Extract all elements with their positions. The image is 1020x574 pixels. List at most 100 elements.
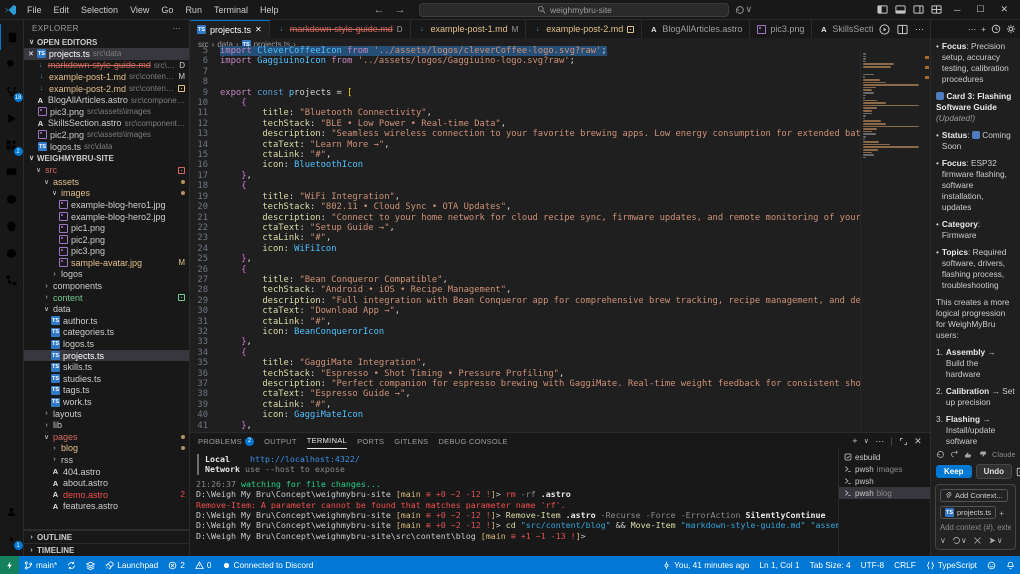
tree-item-components[interactable]: ›components bbox=[24, 280, 189, 292]
tab-example-post-2.md[interactable]: ↓example-post-2.md bbox=[526, 20, 642, 38]
terminal-session-esbuild[interactable]: esbuild bbox=[839, 451, 930, 463]
open-editor-pic2.png[interactable]: pic2.pngsrc\assets\images bbox=[24, 129, 189, 141]
open-editor-example-post-1.md[interactable]: ↓example-post-1.mdsrc\content\bl...M bbox=[24, 71, 189, 83]
terminal-session-pwsh[interactable]: pwsh bbox=[839, 475, 930, 487]
activitybar-source-control[interactable]: 18 bbox=[0, 78, 24, 104]
statusbar-launchpad[interactable]: Launchpad bbox=[100, 556, 163, 574]
command-center-search[interactable]: weighmybru-site bbox=[419, 3, 729, 17]
tree-item-layouts[interactable]: ›layouts bbox=[24, 408, 189, 420]
activitybar-explorer[interactable] bbox=[0, 24, 24, 50]
panel-tab-output[interactable]: OUTPUT bbox=[264, 433, 297, 449]
activitybar-gitlens[interactable] bbox=[0, 213, 24, 239]
explorer-more-icon[interactable]: ⋯ bbox=[173, 24, 181, 33]
editor-more-actions-icon[interactable]: ⋯ bbox=[915, 24, 924, 35]
activitybar-hierarchy[interactable] bbox=[0, 267, 24, 293]
tree-item-work.ts[interactable]: TSwork.ts bbox=[24, 396, 189, 408]
add-context-button[interactable]: Add Context... bbox=[940, 489, 1008, 502]
new-terminal-icon[interactable]: + bbox=[852, 436, 858, 446]
chat-more-icon[interactable]: ⋯ bbox=[968, 24, 976, 34]
activitybar-remote-explorer[interactable] bbox=[0, 159, 24, 185]
tree-item-pic2.png[interactable]: pic2.png bbox=[24, 234, 189, 246]
tree-item-pic3.png[interactable]: pic3.png bbox=[24, 246, 189, 258]
model-label[interactable]: Claude Son bbox=[992, 450, 1015, 459]
loop-dropdown-icon[interactable]: ∨ bbox=[952, 536, 967, 545]
maximize-panel-icon[interactable] bbox=[899, 437, 908, 446]
statusbar-crlf[interactable]: CRLF bbox=[889, 556, 921, 574]
refresh-dropdown-icon[interactable]: ∨ bbox=[735, 4, 752, 15]
keep-button[interactable]: Keep bbox=[936, 465, 972, 478]
tree-item-logos.ts[interactable]: TSlogos.ts bbox=[24, 338, 189, 350]
new-chat-icon[interactable]: + bbox=[981, 24, 986, 34]
activitybar-live-preview[interactable] bbox=[0, 186, 24, 212]
menu-terminal[interactable]: Terminal bbox=[209, 3, 253, 17]
panel-tab-problems[interactable]: PROBLEMS2 bbox=[198, 433, 254, 449]
open-editor-projects.ts[interactable]: ✕TSprojects.tssrc\data bbox=[24, 48, 189, 60]
terminal-output[interactable]: Local http://localhost:4322/Network use … bbox=[190, 449, 838, 556]
terminal-dropdown-icon[interactable]: ∨ bbox=[864, 437, 869, 445]
split-editor-icon[interactable] bbox=[897, 24, 908, 35]
activitybar-search[interactable] bbox=[0, 51, 24, 77]
panel-tab-terminal[interactable]: TERMINAL bbox=[307, 433, 347, 449]
tab-SkillsSection.astro[interactable]: ASkillsSection.astro bbox=[812, 20, 873, 38]
tree-item-blog[interactable]: ›blog bbox=[24, 443, 189, 455]
tree-item-data[interactable]: ∨data bbox=[24, 303, 189, 315]
thumbs-up-icon[interactable] bbox=[964, 450, 973, 459]
tree-item-about.astro[interactable]: Aabout.astro bbox=[24, 477, 189, 489]
nav-back-icon[interactable]: ← bbox=[373, 4, 384, 16]
statusbar-sync[interactable] bbox=[62, 556, 81, 574]
panel-tab-ports[interactable]: PORTS bbox=[357, 433, 384, 449]
terminal-session-pwsh-images[interactable]: pwshimages bbox=[839, 463, 930, 475]
close-button[interactable]: ✕ bbox=[996, 4, 1012, 15]
customize-layout-icon[interactable] bbox=[931, 4, 942, 15]
statusbar-ln-1-col-1[interactable]: Ln 1, Col 1 bbox=[754, 556, 804, 574]
project-root-header[interactable]: ∨WEIGHMYBRU-SITE bbox=[24, 152, 189, 164]
tree-item-src[interactable]: ∨src bbox=[24, 164, 189, 176]
toggle-secondary-sidebar-icon[interactable] bbox=[913, 4, 924, 15]
open-editor-BlogAllArticles.astro[interactable]: ABlogAllArticles.astrosrc\components\sec… bbox=[24, 94, 189, 106]
tree-item-example-blog-hero1.jpg[interactable]: example-blog-hero1.jpg bbox=[24, 199, 189, 211]
tree-item-pages[interactable]: ∨pages bbox=[24, 431, 189, 443]
tree-item-content[interactable]: ›content bbox=[24, 292, 189, 304]
panel-tab-debug-console[interactable]: DEBUG CONSOLE bbox=[438, 433, 507, 449]
run-file-icon[interactable] bbox=[879, 24, 890, 35]
close-editor-icon[interactable]: ✕ bbox=[28, 50, 34, 58]
view-diff-icon[interactable] bbox=[1016, 467, 1020, 477]
chat-settings-gear-icon[interactable] bbox=[1006, 24, 1016, 34]
section-outline[interactable]: ›OUTLINE bbox=[24, 530, 189, 543]
tab-projects.ts[interactable]: TSprojects.ts✕ bbox=[190, 20, 270, 38]
open-editor-example-post-2.md[interactable]: ↓example-post-2.mdsrc\content\bl... bbox=[24, 83, 189, 95]
tree-item-pic1.png[interactable]: pic1.png bbox=[24, 222, 189, 234]
minimize-button[interactable]: ─ bbox=[950, 5, 964, 15]
tree-item-demo.astro[interactable]: Ademo.astro2 bbox=[24, 489, 189, 501]
tree-item-assets[interactable]: ∨assets bbox=[24, 176, 189, 188]
activitybar-settings[interactable]: 1 bbox=[0, 526, 24, 552]
statusbar-tab-size-4[interactable]: Tab Size: 4 bbox=[805, 556, 856, 574]
close-panel-icon[interactable]: ✕ bbox=[914, 436, 922, 447]
activitybar-run-debug[interactable] bbox=[0, 105, 24, 131]
statusbar-typescript[interactable]: TypeScript bbox=[921, 556, 982, 574]
terminal-more-icon[interactable]: ⋯ bbox=[875, 436, 884, 447]
mode-dropdown-icon[interactable]: ∨ bbox=[940, 536, 946, 545]
menu-view[interactable]: View bbox=[125, 3, 154, 17]
statusbar-connected-to-discord[interactable]: Connected to Discord bbox=[217, 556, 319, 574]
activitybar-clock[interactable] bbox=[0, 240, 24, 266]
activitybar-extensions[interactable]: 2 bbox=[0, 132, 24, 158]
statusbar-0[interactable]: 0 bbox=[190, 556, 217, 574]
statusbar-you-41-minutes-ago[interactable]: You, 41 minutes ago bbox=[657, 556, 754, 574]
tree-item-example-blog-hero2.jpg[interactable]: example-blog-hero2.jpg bbox=[24, 211, 189, 223]
open-editor-pic3.png[interactable]: pic3.pngsrc\assets\images bbox=[24, 106, 189, 118]
tree-item-features.astro[interactable]: Afeatures.astro bbox=[24, 501, 189, 513]
tree-item-tags.ts[interactable]: TStags.ts bbox=[24, 385, 189, 397]
redo-icon[interactable] bbox=[950, 450, 959, 459]
statusbar-layers[interactable] bbox=[81, 556, 100, 574]
add-chip-icon[interactable]: + bbox=[999, 508, 1004, 518]
menu-go[interactable]: Go bbox=[156, 3, 178, 17]
open-editor-SkillsSection.astro[interactable]: ASkillsSection.astrosrc\components\secti… bbox=[24, 118, 189, 130]
tree-item-studies.ts[interactable]: TSstudies.ts bbox=[24, 373, 189, 385]
thumbs-down-icon[interactable] bbox=[978, 450, 987, 459]
activitybar-accounts[interactable] bbox=[0, 498, 24, 524]
context-chip-projects-ts[interactable]: TS projects.ts bbox=[940, 506, 996, 519]
toggle-panel-icon[interactable] bbox=[895, 4, 906, 15]
statusbar-2[interactable]: 2 bbox=[163, 556, 190, 574]
chat-history-icon[interactable] bbox=[991, 24, 1001, 34]
